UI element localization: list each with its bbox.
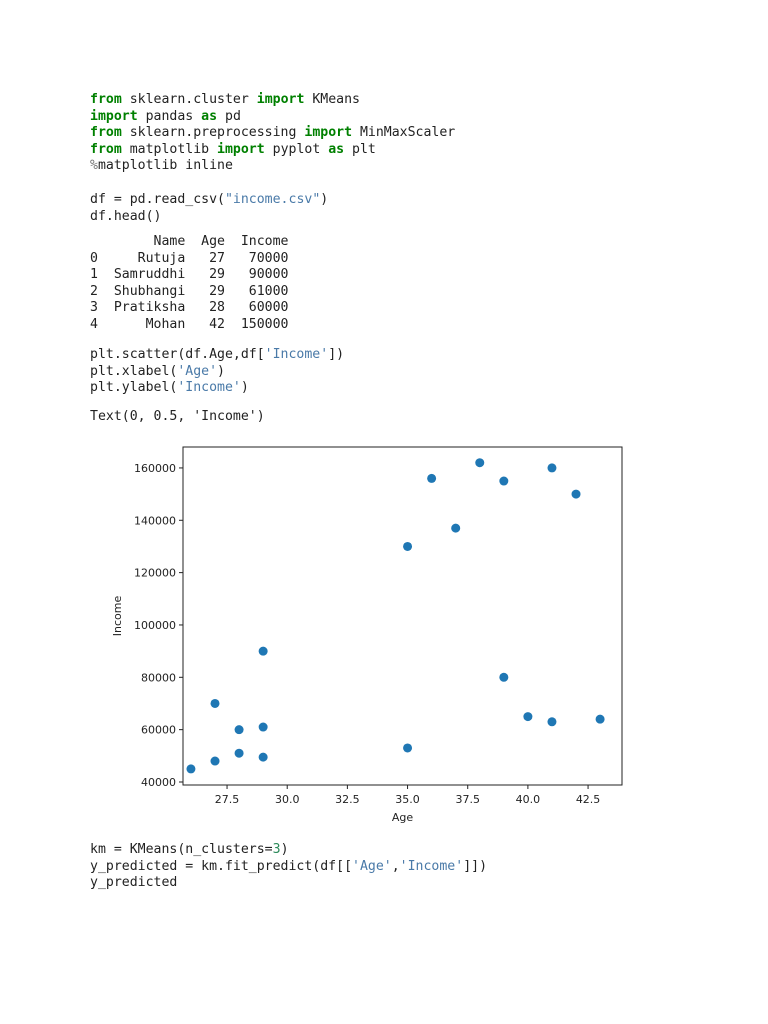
data-point [547,463,557,473]
data-point [186,764,196,774]
plot-area [182,446,623,786]
x-tick-label: 32.5 [335,793,360,806]
data-point [475,458,485,468]
x-tick-label: 37.5 [455,793,480,806]
data-point [403,541,413,551]
data-point [403,743,413,753]
data-point [499,672,509,682]
data-point [547,717,557,727]
x-tick-label: 30.0 [275,793,300,806]
data-point [499,476,509,486]
y-axis-label: Income [111,596,124,637]
x-tick-label: 35.0 [395,793,420,806]
y-tick-label: 60000 [141,724,176,737]
data-point [427,473,437,483]
y-tick-label: 140000 [134,514,176,527]
data-point [258,722,268,732]
y-tick-label: 80000 [141,671,176,684]
data-point [234,725,244,735]
data-point [234,748,244,758]
x-tick-label: 40.0 [516,793,541,806]
y-tick-label: 40000 [141,776,176,789]
y-tick-label: 120000 [134,567,176,580]
scatter-plot: 27.5 30.0 32.5 35.0 37.5 40.0 42.5 40000 60000 80… [111,446,623,824]
data-point [258,646,268,656]
y-tick-label: 100000 [134,619,176,632]
data-point [210,698,220,708]
x-tick-label: 27.5 [215,793,240,806]
x-axis-label: Age [392,811,414,824]
data-point [523,712,533,722]
y-tick-label: 160000 [134,462,176,475]
x-tick-label: 42.5 [576,793,601,806]
data-point [595,714,605,724]
data-point [451,523,461,533]
data-point [571,489,581,499]
data-point [210,756,220,766]
data-point [258,752,268,762]
